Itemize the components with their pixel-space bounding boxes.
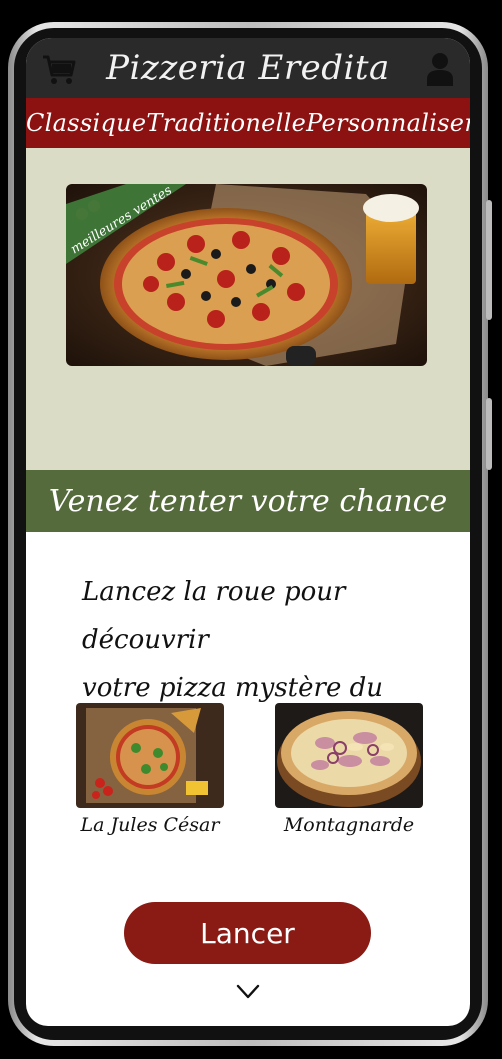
pizza-image-montagnarde [275, 703, 423, 808]
pizza-card-montagnarde[interactable]: Montagnarde [275, 703, 423, 836]
app-title: Pizzeria Eredita [106, 48, 390, 88]
hero-pizza-image[interactable]: meilleures ventes [66, 184, 427, 366]
tab-personnaliser[interactable]: Personnaliser [306, 109, 470, 137]
pizza-image-jules-cesar [76, 703, 224, 808]
tab-classique[interactable]: Classique [26, 109, 146, 137]
pizza-name-jules-cesar: La Jules César [80, 814, 220, 836]
promo-heading: Venez tenter votre chance !!! [26, 470, 470, 583]
pizza-card-jules-cesar[interactable]: La Jules César [76, 703, 224, 836]
best-seller-banner: meilleures ventes [26, 148, 470, 470]
power-button [486, 398, 492, 470]
promo-line-1: Lancez la roue pour découvrir [82, 577, 346, 655]
pizza-name-montagnarde: Montagnarde [283, 814, 415, 836]
chevron-down-icon[interactable] [236, 984, 260, 1000]
user-icon[interactable] [426, 52, 454, 86]
app-screen: Pizzeria Eredita Classique Traditionelle… [26, 38, 470, 1026]
category-nav: Classique Traditionelle Personnaliser [26, 98, 470, 148]
tab-traditionelle[interactable]: Traditionelle [146, 109, 306, 137]
app-header: Pizzeria Eredita [26, 38, 470, 98]
spin-button[interactable]: Lancer [124, 902, 371, 964]
volume-button [486, 200, 492, 320]
